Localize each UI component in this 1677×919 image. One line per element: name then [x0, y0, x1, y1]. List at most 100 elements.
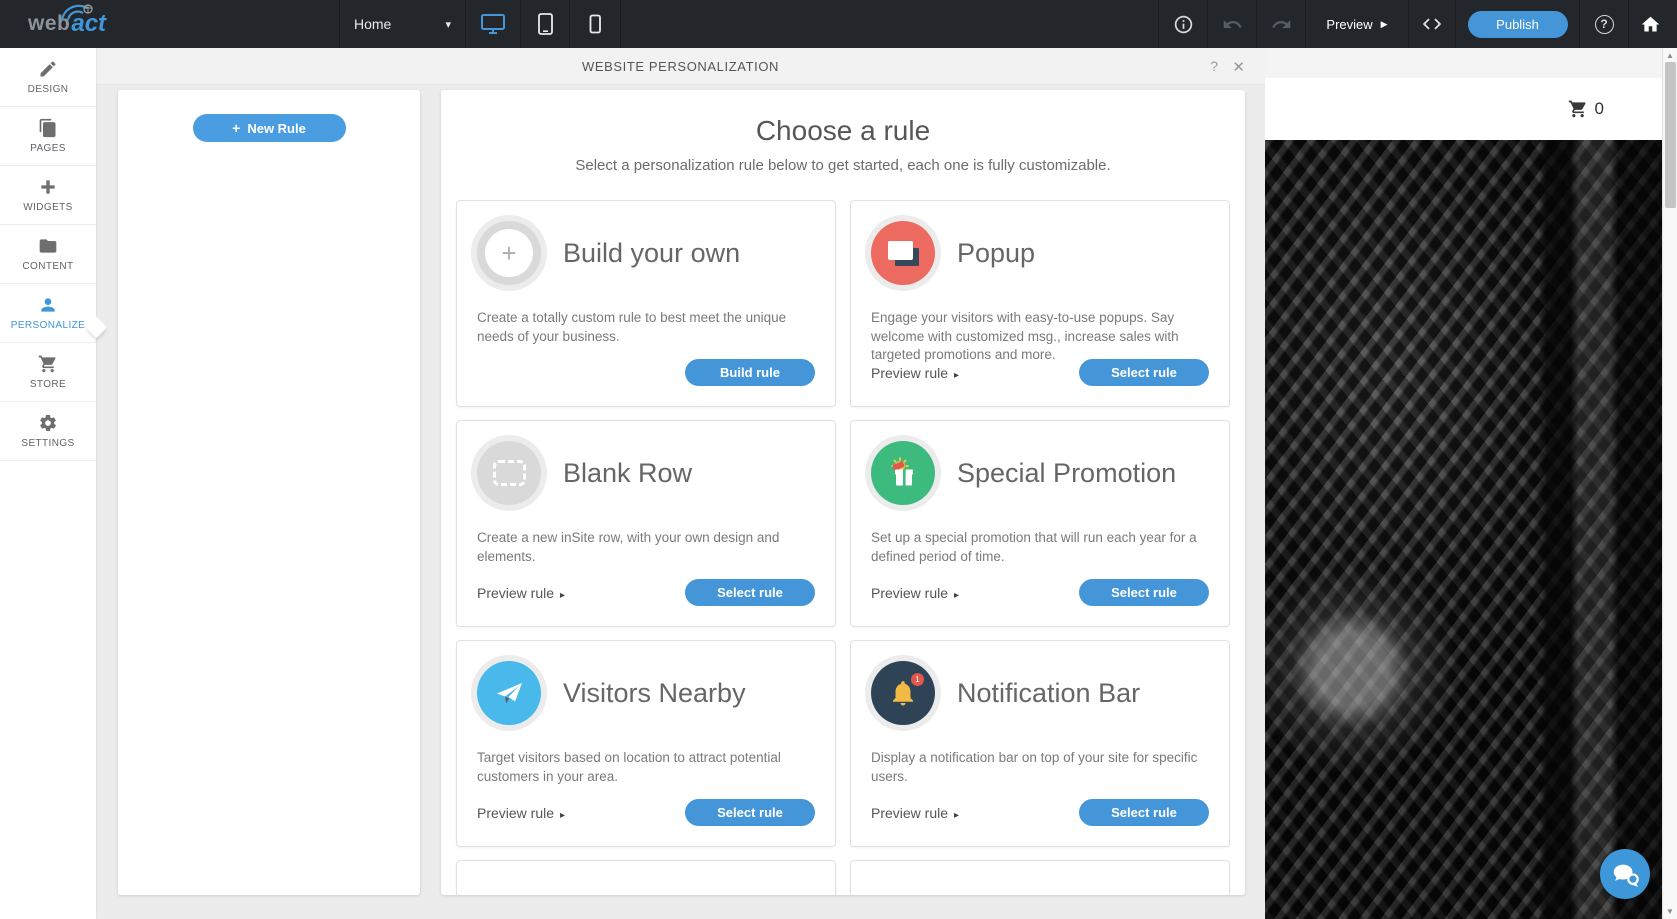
rule-card-popup: Popup Engage your visitors with easy-to-…: [850, 200, 1230, 407]
rule-card-description: Create a new inSite row, with your own d…: [477, 530, 780, 564]
chat-bubbles-icon: [1613, 864, 1639, 887]
tablet-view-button[interactable]: [520, 0, 569, 48]
rule-card-description: Engage your visitors with easy-to-use po…: [871, 310, 1179, 363]
blank-row-icon: [477, 441, 541, 505]
page-selector-value: Home: [354, 16, 392, 32]
rule-card-special-promotion: Special Promotion Set up a special promo…: [850, 420, 1230, 627]
close-icon[interactable]: ✕: [1232, 58, 1245, 76]
bell-icon: 1: [871, 661, 935, 725]
rule-card-title: Notification Bar: [957, 677, 1141, 708]
rule-card-blank-row: Blank Row Create a new inSite row, with …: [456, 420, 836, 627]
sidebar-item-store[interactable]: STORE: [0, 343, 96, 402]
rule-card-build-your-own: + Build your own Create a totally custom…: [456, 200, 836, 407]
info-button[interactable]: [1158, 0, 1207, 48]
sidebar-item-label: PAGES: [30, 143, 66, 154]
sidebar-item-widgets[interactable]: WIDGETS: [0, 166, 96, 225]
scroll-down-icon[interactable]: ▼: [1663, 907, 1677, 916]
select-rule-button[interactable]: Select rule: [1079, 359, 1209, 386]
rule-card-partial: [850, 860, 1230, 895]
publish-button[interactable]: Publish: [1467, 10, 1568, 38]
arrow-icon: ▸: [560, 809, 566, 821]
logo-arcs-icon: [60, 4, 93, 21]
preview-button[interactable]: Preview ▶: [1305, 0, 1408, 48]
sidebar-item-label: DESIGN: [27, 84, 69, 95]
paper-plane-icon: [477, 661, 541, 725]
build-rule-button[interactable]: Build rule: [685, 359, 815, 386]
chat-widget-button[interactable]: [1600, 849, 1650, 899]
rule-card-title: Blank Row: [563, 457, 693, 488]
desktop-view-button[interactable]: [465, 0, 520, 48]
rule-card-description: Target visitors based on location to att…: [477, 750, 781, 784]
app-logo: web act: [0, 0, 339, 48]
sidebar-item-label: SETTINGS: [21, 438, 75, 449]
panel-help-icon[interactable]: ?: [1210, 58, 1218, 74]
preview-rule-link[interactable]: Preview rule ▸: [871, 365, 959, 381]
code-icon: [1422, 18, 1442, 30]
mobile-icon: [589, 14, 601, 34]
choose-rule-panel: Choose a rule Select a personalization r…: [441, 90, 1245, 895]
info-icon: [1174, 15, 1192, 33]
sidebar-item-label: CONTENT: [22, 261, 74, 272]
choose-rule-subtitle: Select a personalization rule below to g…: [575, 157, 1111, 174]
home-button[interactable]: [1628, 0, 1677, 48]
rule-card-title: Popup: [957, 237, 1036, 268]
select-rule-button[interactable]: Select rule: [1079, 579, 1209, 606]
code-button[interactable]: [1408, 0, 1455, 48]
redo-icon: [1271, 19, 1290, 28]
scroll-up-icon[interactable]: ▲: [1663, 51, 1677, 60]
plus-icon: +: [232, 120, 241, 136]
rule-card-description: Display a notification bar on top of you…: [871, 750, 1198, 784]
panel-title: WEBSITE PERSONALIZATION: [581, 58, 780, 74]
scrollbar-thumb[interactable]: [1665, 62, 1676, 208]
select-rule-button[interactable]: Select rule: [685, 579, 815, 606]
sidebar-item-settings[interactable]: SETTINGS: [0, 402, 96, 461]
popup-icon: [871, 221, 935, 285]
rule-card-title: Special Promotion: [957, 457, 1177, 488]
site-preview: 0: [1265, 48, 1662, 919]
sidebar-item-personalize[interactable]: PERSONALIZE: [0, 284, 96, 343]
pages-icon: [39, 118, 56, 138]
publish-section: Publish: [1455, 0, 1579, 48]
notification-badge: 1: [911, 673, 924, 686]
page-selector-dropdown[interactable]: Home ▾: [339, 0, 465, 48]
help-button[interactable]: ?: [1579, 0, 1628, 48]
preview-rule-link[interactable]: Preview rule ▸: [871, 585, 959, 601]
undo-button[interactable]: [1207, 0, 1256, 48]
sidebar-item-label: PERSONALIZE: [10, 320, 86, 331]
preview-rule-link[interactable]: Preview rule ▸: [871, 805, 959, 821]
editor-sidebar: DESIGN PAGES WIDGETS CONTENT PERSONALIZE…: [0, 48, 96, 919]
new-rule-button[interactable]: + New Rule: [192, 114, 346, 142]
help-icon: ?: [1594, 14, 1614, 34]
desktop-icon: [481, 14, 505, 34]
arrow-icon: ▸: [954, 589, 960, 601]
build-your-own-icon: +: [477, 221, 541, 285]
arrow-icon: ▸: [954, 809, 960, 821]
site-cart-icon[interactable]: [1568, 99, 1588, 119]
preview-rule-link[interactable]: Preview rule ▸: [477, 585, 565, 601]
site-hero-image: [1265, 140, 1662, 919]
sidebar-item-label: WIDGETS: [23, 202, 73, 213]
rules-list-panel: + New Rule: [118, 90, 420, 895]
top-toolbar: web act Home ▾ Preview ▶ Publish ?: [0, 0, 1677, 48]
undo-icon: [1223, 19, 1242, 28]
sidebar-item-design[interactable]: DESIGN: [0, 48, 96, 107]
site-top-strip: [1265, 48, 1662, 78]
sidebar-item-content[interactable]: CONTENT: [0, 225, 96, 284]
sidebar-item-pages[interactable]: PAGES: [0, 107, 96, 166]
select-rule-button[interactable]: Select rule: [1079, 799, 1209, 826]
redo-button[interactable]: [1256, 0, 1305, 48]
cart-icon: [38, 355, 56, 373]
person-icon: [41, 298, 55, 312]
preview-rule-link[interactable]: Preview rule ▸: [477, 805, 565, 821]
tablet-icon: [538, 13, 553, 35]
page-scrollbar[interactable]: ▲ ▼: [1662, 48, 1677, 919]
special-promotion-gift-icon: [871, 441, 935, 505]
website-personalization-panel: WEBSITE PERSONALIZATION ? ✕ + New Rule Ch…: [96, 48, 1265, 919]
rule-card-partial: [456, 860, 836, 895]
rule-card-notification-bar: 1 Notification Bar Display a notificatio…: [850, 640, 1230, 847]
select-rule-button[interactable]: Select rule: [685, 799, 815, 826]
rule-card-description: Create a totally custom rule to best mee…: [477, 310, 787, 344]
mobile-view-button[interactable]: [569, 0, 620, 48]
preview-label: Preview: [1326, 16, 1373, 32]
rule-card-description: Set up a special promotion that will run…: [871, 530, 1197, 564]
